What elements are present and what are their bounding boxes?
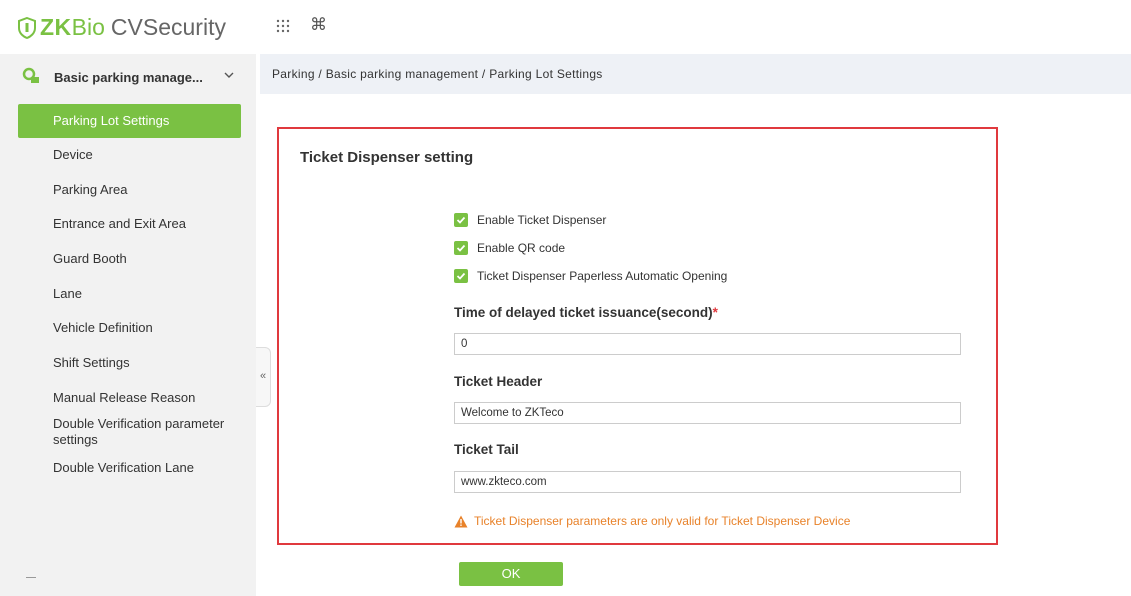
sidebar-item-parking-area[interactable]: Parking Area <box>18 173 241 207</box>
logo-zk-text: ZK <box>40 14 72 40</box>
checkbox-checked-icon[interactable] <box>454 269 468 283</box>
ticket-header-input[interactable] <box>454 402 961 424</box>
command-icon[interactable]: ⌘ <box>310 15 327 35</box>
sidebar: Basic parking manage... Parking Lot Sett… <box>0 54 256 596</box>
sidebar-module-header[interactable]: Basic parking manage... <box>0 54 256 100</box>
checkbox-label: Enable Ticket Dispenser <box>477 213 607 227</box>
sidebar-item-lane[interactable]: Lane <box>18 277 241 311</box>
ticket-header-label: Ticket Header <box>454 374 543 389</box>
sidebar-item-parking-lot-settings[interactable]: Parking Lot Settings <box>18 104 241 138</box>
checkbox-label: Enable QR code <box>477 241 566 255</box>
sidebar-item-shift-settings[interactable]: Shift Settings <box>18 346 241 380</box>
delay-label-text: Time of delayed ticket issuance(second) <box>454 305 713 320</box>
checkbox-checked-icon[interactable] <box>454 213 468 227</box>
delay-field-label: Time of delayed ticket issuance(second)* <box>454 305 718 320</box>
logo-product-text: CVSecurity <box>110 14 226 40</box>
logo-bio-text: Bio <box>71 14 105 40</box>
chevron-down-icon <box>224 68 234 82</box>
enable-ticket-dispenser-checkbox[interactable]: Enable Ticket Dispenser <box>454 213 606 227</box>
dispenser-warning: Ticket Dispenser parameters are only val… <box>454 514 850 528</box>
required-marker: * <box>712 305 718 320</box>
sidebar-module-label: Basic parking manage... <box>54 70 203 85</box>
breadcrumb: Parking / Basic parking management / Par… <box>272 67 603 81</box>
sidebar-item-manual-release-reason[interactable]: Manual Release Reason <box>18 381 241 415</box>
sidebar-item-double-verification-parameter-settings[interactable]: Double Verification parameter settings <box>18 414 241 452</box>
sidebar-item-guard-booth[interactable]: Guard Booth <box>18 242 241 276</box>
enable-qr-code-checkbox[interactable]: Enable QR code <box>454 241 565 255</box>
ticket-dispenser-panel: Ticket Dispenser setting Enable Ticket D… <box>277 127 998 545</box>
sidebar-footer-divider <box>26 577 36 578</box>
warning-text: Ticket Dispenser parameters are only val… <box>474 514 851 528</box>
sidebar-collapse-handle[interactable]: « <box>256 347 271 407</box>
checkbox-label: Ticket Dispenser Paperless Automatic Ope… <box>477 269 728 283</box>
top-bar: ZK Bio CVSecurity ⌘ <box>0 0 1131 54</box>
sidebar-item-double-verification-lane[interactable]: Double Verification Lane <box>18 451 241 485</box>
apps-grid-icon[interactable] <box>276 18 290 38</box>
panel-title: Ticket Dispenser setting <box>300 149 474 166</box>
ticket-tail-input[interactable] <box>454 471 961 493</box>
app-logo[interactable]: ZK Bio CVSecurity <box>18 14 226 41</box>
paperless-automatic-opening-checkbox[interactable]: Ticket Dispenser Paperless Automatic Ope… <box>454 269 727 283</box>
shield-logo-icon <box>18 16 36 39</box>
sidebar-item-device[interactable]: Device <box>18 138 241 172</box>
ok-button[interactable]: OK <box>459 562 563 586</box>
warning-icon <box>454 515 468 527</box>
breadcrumb-bar: Parking / Basic parking management / Par… <box>260 54 1131 94</box>
checkbox-checked-icon[interactable] <box>454 241 468 255</box>
sidebar-item-vehicle-definition[interactable]: Vehicle Definition <box>18 311 241 345</box>
sidebar-item-entrance-exit-area[interactable]: Entrance and Exit Area <box>18 207 241 241</box>
parking-module-icon <box>22 67 39 83</box>
delay-seconds-input[interactable] <box>454 333 961 355</box>
ticket-tail-label: Ticket Tail <box>454 442 519 457</box>
